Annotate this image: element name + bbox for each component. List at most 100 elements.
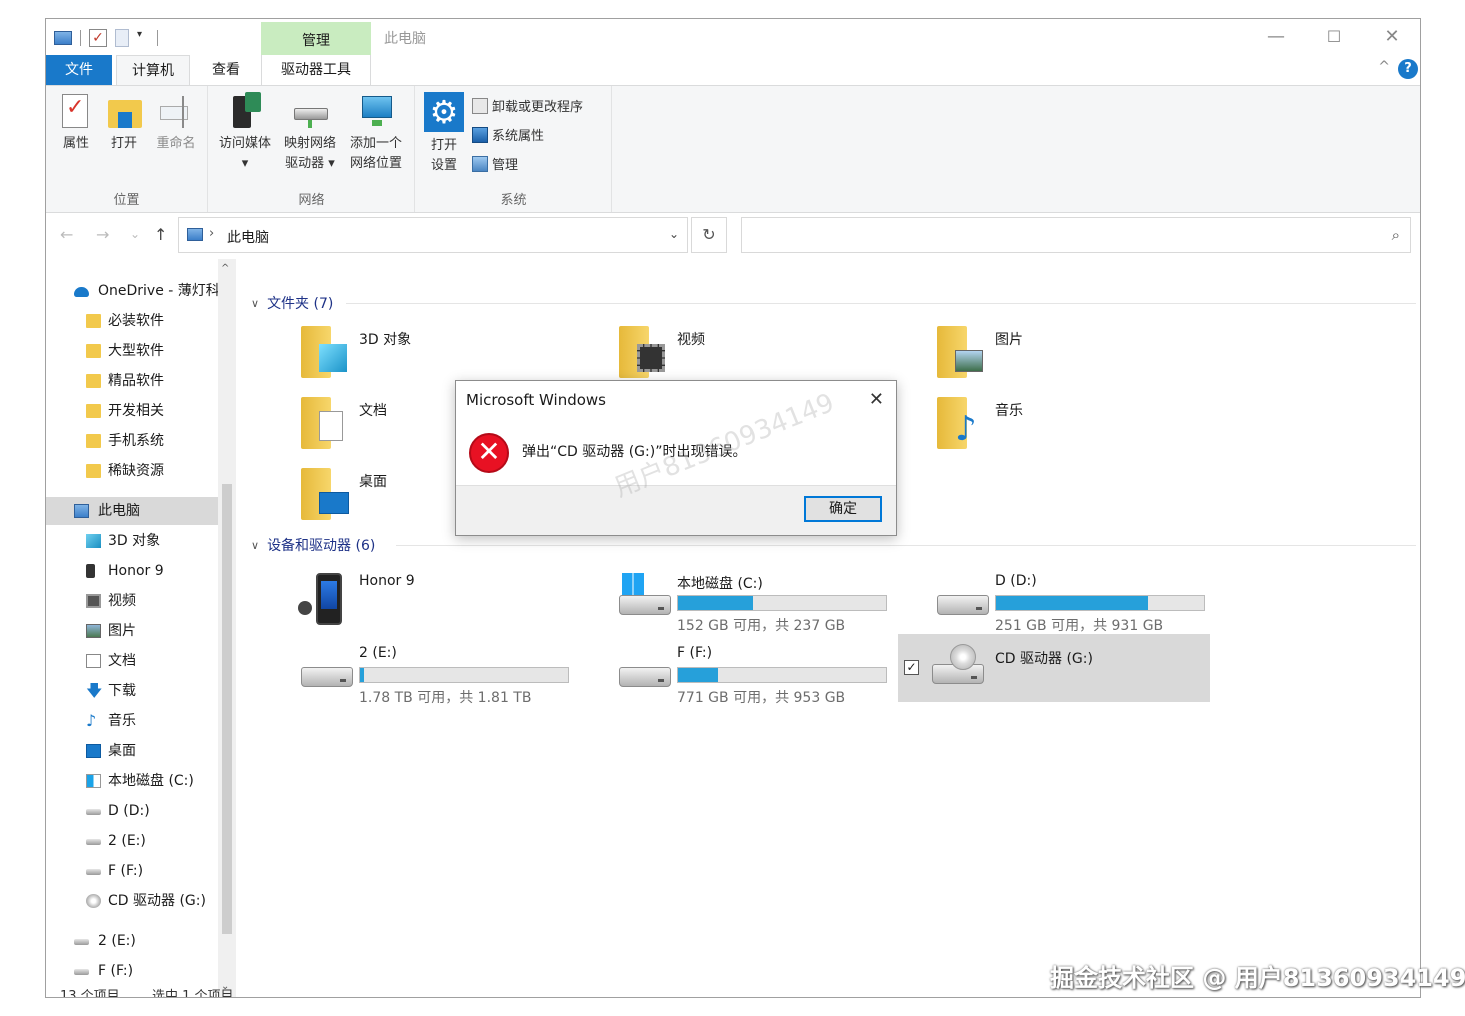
tab-manage[interactable]: 管理 <box>261 22 371 55</box>
folder-name: 视频 <box>677 332 705 348</box>
back-button[interactable]: ← <box>60 225 73 244</box>
sidebar-item[interactable]: OneDrive - 薄灯科 <box>46 277 218 305</box>
dialog-close-button[interactable]: ✕ <box>869 389 884 410</box>
sidebar-item[interactable]: 文档 <box>46 647 218 675</box>
tab-computer[interactable]: 计算机 <box>116 55 190 85</box>
manage-button[interactable]: 管理 <box>472 154 518 173</box>
drive-name: D (D:) <box>995 573 1037 589</box>
ribbon-tabs: 文件 计算机 查看 驱动器工具 ^ ? <box>46 55 1420 85</box>
up-button[interactable]: ↑ <box>154 225 167 244</box>
tab-file[interactable]: 文件 <box>46 55 112 85</box>
videos-folder-icon <box>619 326 665 378</box>
network-location-icon <box>358 92 394 130</box>
folders-header-label: 文件夹 (7) <box>267 296 334 312</box>
sidebar-item[interactable]: 开发相关 <box>46 397 218 425</box>
help-icon[interactable]: ? <box>1398 59 1418 79</box>
folders-section-header[interactable]: ∨ 文件夹 (7) <box>251 293 333 313</box>
sidebar-item[interactable]: 视频 <box>46 587 218 615</box>
open-button[interactable]: 打开 <box>104 92 144 154</box>
properties-check-icon[interactable]: ✓ <box>89 29 107 47</box>
chevron-down-icon[interactable]: ∨ <box>251 539 259 552</box>
sidebar-item[interactable]: 手机系统 <box>46 427 218 455</box>
sidebar-item[interactable]: 图片 <box>46 617 218 645</box>
navigation-pane: OneDrive - 薄灯科必装软件 大型软件 精品软件 开发相关 手机系统 稀缺资源此电… <box>46 259 236 997</box>
customize-dropdown-icon[interactable]: ▾ <box>137 29 149 47</box>
breadcrumb-chevron-icon[interactable]: › <box>209 226 214 241</box>
sidebar-item-label: CD 驱动器 (G:) <box>108 893 206 909</box>
ok-button[interactable]: 确定 <box>804 496 882 522</box>
access-media-button[interactable]: 访问媒体 ▾ <box>213 92 277 174</box>
uninstall-program-button[interactable]: 卸载或更改程序 <box>472 96 583 115</box>
drive-c[interactable]: 本地磁盘 (C:) 152 GB 可用，共 237 GB <box>564 565 887 634</box>
search-input[interactable]: ⌕ <box>741 217 1411 253</box>
minimize-button[interactable]: — <box>1254 23 1298 51</box>
sidebar-item[interactable]: 精品软件 <box>46 367 218 395</box>
sidebar-item[interactable]: 此电脑 <box>46 497 218 525</box>
ribbon-group-location: ✓ 属性 打开 重命名 位置 <box>46 86 208 212</box>
system-properties-button[interactable]: 系统属性 <box>472 125 544 144</box>
sidebar-item[interactable]: 2 (E:) <box>46 827 218 855</box>
new-folder-icon[interactable] <box>115 29 129 47</box>
devices-section-header[interactable]: ∨ 设备和驱动器 (6) <box>251 535 375 555</box>
pc-icon <box>74 504 89 518</box>
add-network-location-button[interactable]: 添加一个 网络位置 <box>343 92 409 174</box>
sidebar-item-label: F (F:) <box>108 863 144 879</box>
system-properties-icon <box>472 126 488 143</box>
collapse-ribbon-icon[interactable]: ^ <box>1378 59 1390 75</box>
properties-button[interactable]: ✓ 属性 <box>56 92 96 154</box>
nav-scrollbar-thumb[interactable] <box>222 484 232 934</box>
desktop-folder-icon <box>301 468 349 520</box>
folder-pictures[interactable]: 图片 <box>882 321 1182 385</box>
sidebar-item-label: 此电脑 <box>98 503 140 519</box>
maximize-button[interactable]: ☐ <box>1312 23 1356 51</box>
sidebar-item[interactable]: 🡇 下载 <box>46 677 218 705</box>
status-bar: 13 个项目 选中 1 个项目 <box>60 985 234 997</box>
address-input[interactable]: › 此电脑 ⌄ <box>178 217 688 253</box>
chevron-down-icon[interactable]: ∨ <box>251 297 259 310</box>
selection-checkbox[interactable]: ✓ <box>904 660 919 675</box>
drive-e[interactable]: 2 (E:) 1.78 TB 可用，共 1.81 TB <box>246 637 569 706</box>
drive-f[interactable]: F (F:) 771 GB 可用，共 953 GB <box>564 637 887 706</box>
address-dropdown-icon[interactable]: ⌄ <box>669 227 679 241</box>
tab-drive-tools[interactable]: 驱动器工具 <box>261 55 371 85</box>
scroll-up-icon[interactable]: ^ <box>221 263 229 274</box>
computer-icon[interactable] <box>54 31 72 45</box>
hard-drive-icon <box>301 667 353 687</box>
sidebar-item[interactable]: 3D 对象 <box>46 527 218 555</box>
drive-g-cd[interactable]: ✓ CD 驱动器 (G:) <box>898 634 1210 702</box>
sidebar-item[interactable]: F (F:) <box>46 957 218 985</box>
drive-d[interactable]: D (D:) 251 GB 可用，共 931 GB <box>882 565 1205 634</box>
address-bar-row: ← → ⌄ ↑ › 此电脑 ⌄ ↻ ⌕ <box>46 215 1420 255</box>
folder-music[interactable]: ♪ 音乐 <box>882 392 1182 456</box>
breadcrumb-this-pc[interactable]: 此电脑 <box>227 227 269 247</box>
sidebar-item[interactable]: CD 驱动器 (G:) <box>46 887 218 915</box>
open-settings-button[interactable]: ⚙ 打开 设置 <box>422 92 466 176</box>
sidebar-item-label: 桌面 <box>108 743 136 759</box>
sidebar-item[interactable]: 本地磁盘 (C:) <box>46 767 218 795</box>
folder-3d-objects[interactable]: 3D 对象 <box>246 321 546 385</box>
map-network-drive-button[interactable]: 映射网络 驱动器 ▾ <box>279 92 341 174</box>
forward-button[interactable]: → <box>96 225 109 244</box>
sidebar-item[interactable]: ♪ 音乐 <box>46 707 218 735</box>
sidebar-item[interactable]: D (D:) <box>46 797 218 825</box>
sidebar-item[interactable]: 必装软件 <box>46 307 218 335</box>
nav-scrollbar[interactable]: ^ ⌄ <box>218 259 236 997</box>
sidebar-item[interactable]: 2 (E:) <box>46 927 218 955</box>
sidebar-item-label: OneDrive - 薄灯科 <box>98 283 218 299</box>
close-button[interactable]: ✕ <box>1370 23 1414 51</box>
sidebar-item[interactable]: F (F:) <box>46 857 218 885</box>
refresh-button[interactable]: ↻ <box>691 217 727 253</box>
hard-drive-icon <box>937 595 989 615</box>
recent-locations-button[interactable]: ⌄ <box>130 227 140 241</box>
tab-view[interactable]: 查看 <box>198 55 254 85</box>
sidebar-item[interactable]: 桌面 <box>46 737 218 765</box>
folder-videos[interactable]: 视频 <box>564 321 864 385</box>
folder-name: 3D 对象 <box>359 332 412 348</box>
group-label-location: 位置 <box>113 193 140 208</box>
sidebar-item[interactable]: 大型软件 <box>46 337 218 365</box>
device-honor-9[interactable]: Honor 9 <box>246 565 558 633</box>
sidebar-item[interactable]: 稀缺资源 <box>46 457 218 485</box>
sidebar-item[interactable]: Honor 9 <box>46 557 218 585</box>
drive-free-space: 1.78 TB 可用，共 1.81 TB <box>359 690 532 706</box>
rename-button[interactable]: 重命名 <box>150 92 202 154</box>
